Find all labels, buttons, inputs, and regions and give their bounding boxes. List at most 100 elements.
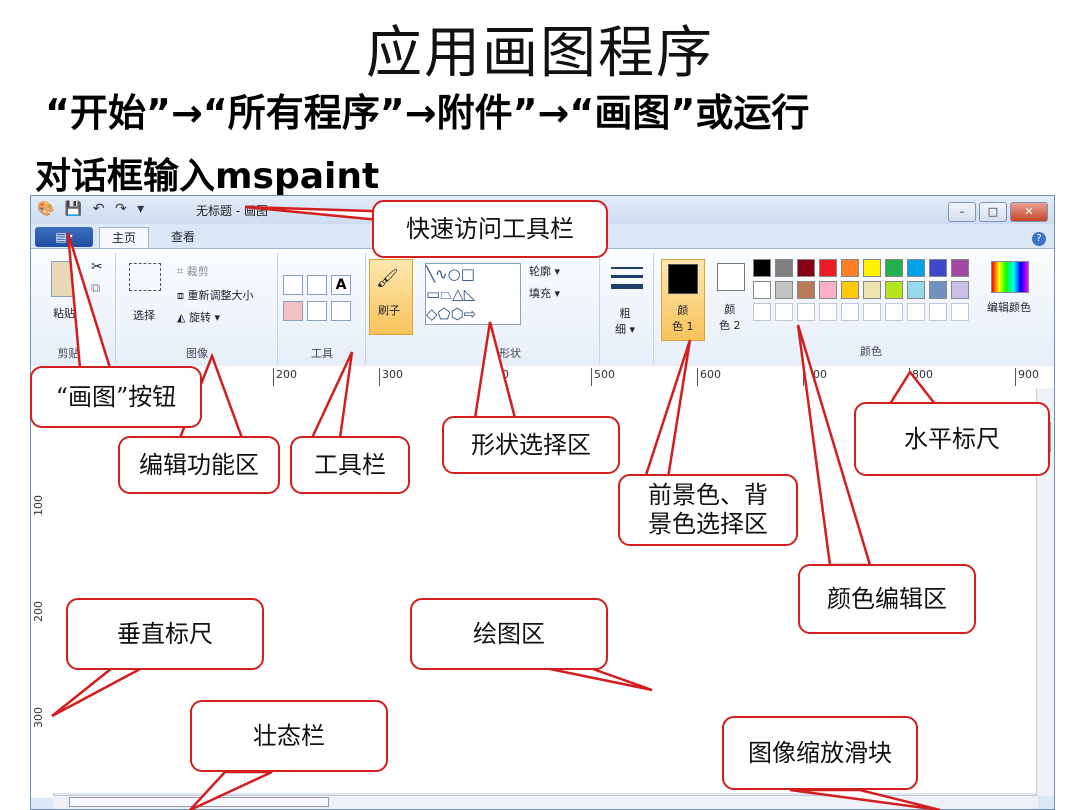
color2-label: 颜 色 2 xyxy=(719,303,741,332)
palette-swatch[interactable] xyxy=(885,281,903,299)
palette-swatch[interactable] xyxy=(907,259,925,277)
undo-icon[interactable]: ↶ xyxy=(93,201,105,217)
palette-swatch[interactable] xyxy=(775,281,793,299)
palette-swatch[interactable] xyxy=(929,259,947,277)
palette-swatch[interactable] xyxy=(907,281,925,299)
copy-icon[interactable]: ⧉ xyxy=(91,281,100,296)
callout-edit-area: 编辑功能区 xyxy=(118,436,280,494)
custom-color-slot[interactable] xyxy=(929,303,947,321)
color1-swatch xyxy=(668,264,698,294)
maximize-button[interactable]: □ xyxy=(979,202,1007,222)
callout-fg-bg: 前景色、背 景色选择区 xyxy=(618,474,798,546)
tools-label: 工具 xyxy=(311,347,333,360)
fill-button[interactable]: 填充 ▾ xyxy=(529,285,560,301)
custom-color-slot[interactable] xyxy=(841,303,859,321)
shape-gallery[interactable]: ╲∿○□ ▭⏢△◺ ◇⬠⬡⇨ xyxy=(425,263,521,325)
quick-access-toolbar: 🎨 💾 ↶ ↷ ▾ xyxy=(37,201,150,217)
custom-color-slot[interactable] xyxy=(819,303,837,321)
custom-color-slot[interactable] xyxy=(951,303,969,321)
palette-swatch[interactable] xyxy=(819,259,837,277)
minimize-button[interactable]: – xyxy=(948,202,976,222)
eraser-icon[interactable] xyxy=(283,301,303,321)
vruler-tick: 200 xyxy=(32,601,45,622)
callout-zoom-slider: 图像缩放滑块 xyxy=(722,716,918,790)
color2-button[interactable]: 颜 色 2 xyxy=(711,259,751,339)
select-button[interactable]: 选择 xyxy=(133,307,155,323)
color-picker-icon[interactable] xyxy=(307,301,327,321)
save-icon[interactable]: 💾 xyxy=(65,201,82,217)
size-button[interactable]: 粗 细 ▾ xyxy=(615,305,635,337)
custom-color-slot[interactable] xyxy=(907,303,925,321)
hruler-tick: 200 xyxy=(273,368,297,386)
horizontal-scrollbar[interactable] xyxy=(53,795,1038,809)
callout-paint-button: “画图”按钮 xyxy=(30,366,202,428)
palette-swatch[interactable] xyxy=(863,281,881,299)
window-controls: – □ ✕ xyxy=(945,200,1048,222)
palette-swatch[interactable] xyxy=(929,281,947,299)
pencil-icon[interactable] xyxy=(283,275,303,295)
edit-colors-button[interactable]: 编辑颜色 xyxy=(987,299,1031,315)
brushes-label: 刷子 xyxy=(378,304,400,317)
palette-swatch[interactable] xyxy=(885,259,903,277)
instruction-line-2: 对话框输入mspaint xyxy=(35,156,380,197)
tab-home[interactable]: 主页 xyxy=(99,227,149,249)
help-icon[interactable]: ? xyxy=(1032,232,1046,246)
callout-toolbar: 工具栏 xyxy=(290,436,410,494)
palette-swatch[interactable] xyxy=(753,281,771,299)
magnifier-icon[interactable] xyxy=(331,301,351,321)
crop-icon: ⌗ xyxy=(177,265,187,278)
callout-h-ruler: 水平标尺 xyxy=(854,402,1050,476)
hruler-tick: 600 xyxy=(697,368,721,386)
hruler-tick: 300 xyxy=(379,368,403,386)
palette-swatch[interactable] xyxy=(797,259,815,277)
palette-swatch[interactable] xyxy=(951,281,969,299)
palette-swatch[interactable] xyxy=(753,259,771,277)
callout-drawing-area: 绘图区 xyxy=(410,598,608,670)
palette-swatch[interactable] xyxy=(797,281,815,299)
hruler-tick: 400 xyxy=(485,368,509,386)
crop-button[interactable]: ⌗ 裁剪 xyxy=(177,263,209,279)
palette-swatch[interactable] xyxy=(819,281,837,299)
customize-dropdown-icon[interactable]: ▾ xyxy=(137,201,144,217)
redo-icon[interactable]: ↷ xyxy=(115,201,127,217)
callout-shape-select: 形状选择区 xyxy=(442,416,620,474)
resize-button[interactable]: ⧈ 重新调整大小 xyxy=(177,287,254,303)
tab-view[interactable]: 查看 xyxy=(159,227,207,248)
palette-swatch[interactable] xyxy=(775,259,793,277)
paste-icon[interactable] xyxy=(51,261,77,297)
paste-button[interactable]: 粘贴 xyxy=(53,305,75,321)
custom-color-slot[interactable] xyxy=(863,303,881,321)
resize-icon: ⧈ xyxy=(177,289,188,302)
horizontal-scroll-thumb[interactable] xyxy=(69,797,329,807)
instruction-line-1: “开始”→“所有程序”→附件”→“画图”或运行 xyxy=(45,91,810,135)
custom-color-slot[interactable] xyxy=(753,303,771,321)
palette-swatch[interactable] xyxy=(863,259,881,277)
palette-swatch[interactable] xyxy=(841,281,859,299)
select-icon[interactable] xyxy=(129,263,161,291)
rotate-icon: ◭ xyxy=(177,311,189,324)
custom-color-slot[interactable] xyxy=(797,303,815,321)
fill-bucket-icon[interactable] xyxy=(307,275,327,295)
brush-icon: 🖌 xyxy=(376,268,399,289)
shapes-group: ╲∿○□ ▭⏢△◺ ◇⬠⬡⇨ 轮廓 ▾ 填充 ▾ 形状 xyxy=(421,253,600,363)
brushes-button[interactable]: 🖌 刷子 xyxy=(369,259,413,335)
custom-color-slot[interactable] xyxy=(885,303,903,321)
hruler-tick: 500 xyxy=(591,368,615,386)
paint-menu-button[interactable]: ▤▾ xyxy=(35,227,93,247)
outline-button[interactable]: 轮廓 ▾ xyxy=(529,263,560,279)
close-button[interactable]: ✕ xyxy=(1010,202,1048,222)
color1-button[interactable]: 颜 色 1 xyxy=(661,259,705,341)
ribbon: 粘贴 ✂ ⧉ 剪贴板 选择 ⌗ 裁剪 ⧈ 重新调整大小 ◭ 旋转 ▾ 图像 A … xyxy=(31,248,1054,368)
size-group: 粗 细 ▾ xyxy=(601,253,654,363)
text-tool-icon[interactable]: A xyxy=(331,275,351,295)
cut-icon[interactable]: ✂ xyxy=(91,259,103,275)
palette-swatch[interactable] xyxy=(951,259,969,277)
edit-colors-icon[interactable] xyxy=(991,261,1029,293)
palette-swatch[interactable] xyxy=(841,259,859,277)
paint-app-icon: 🎨 xyxy=(37,201,55,217)
color2-swatch xyxy=(717,263,745,291)
rotate-button[interactable]: ◭ 旋转 ▾ xyxy=(177,309,220,325)
callout-status-bar: 壮态栏 xyxy=(190,700,388,772)
custom-color-slot[interactable] xyxy=(775,303,793,321)
vruler-tick: 100 xyxy=(32,495,45,516)
